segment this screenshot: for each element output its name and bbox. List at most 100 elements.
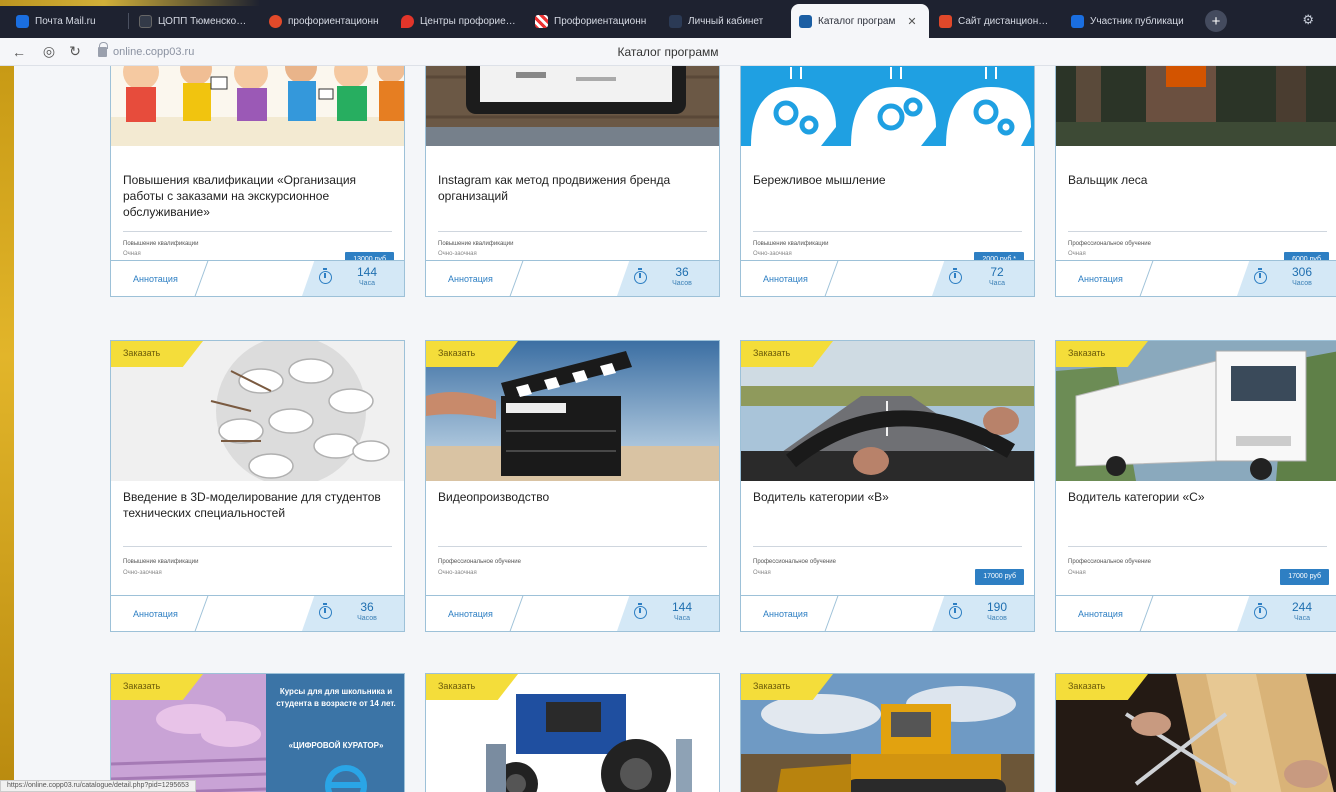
- program-title[interactable]: Водитель категории «С»: [1068, 489, 1327, 505]
- address-bar: ← ◎ ↻ online.copp03.ru Каталог программ: [0, 38, 1336, 66]
- puzzle-icon[interactable]: ⚙: [1302, 12, 1314, 28]
- hours-unit: Часов: [357, 615, 377, 622]
- program-form: Очно-заочная: [123, 570, 162, 576]
- hours-count: 72: [990, 265, 1004, 279]
- program-card[interactable]: Заказать Введение в 3D-моделирование для…: [110, 340, 405, 632]
- home-icon[interactable]: ◎: [36, 39, 62, 65]
- page-icon: [669, 14, 682, 28]
- site-icon: [939, 14, 952, 28]
- hours-box: 244 Часа: [1237, 596, 1336, 631]
- program-card[interactable]: Вальщик леса Профессиональное обучение О…: [1055, 66, 1336, 297]
- hours-unit: Часа: [989, 280, 1005, 287]
- program-title[interactable]: Instagram как метод продвижения бренда о…: [438, 172, 707, 204]
- hours-count: 190: [986, 600, 1008, 614]
- page-title: Каталог программ: [617, 44, 719, 59]
- divider: [438, 546, 707, 547]
- program-form: Очная: [1068, 251, 1086, 257]
- program-card[interactable]: Курсы для для школьника и студента в воз…: [110, 673, 405, 792]
- gears-heads-image: [741, 66, 1034, 146]
- program-card[interactable]: Бережливое мышление Повышение квалификац…: [740, 66, 1035, 297]
- program-title[interactable]: Видеопроизводство: [438, 489, 707, 505]
- program-card[interactable]: Заказать: [740, 673, 1035, 792]
- hours-count: 244: [1291, 600, 1313, 614]
- new-tab-button[interactable]: +: [1205, 10, 1227, 32]
- program-form: Очная: [123, 251, 141, 257]
- hours-box: 144 Часа: [617, 596, 719, 631]
- tab-copp[interactable]: ЦОПП Тюменской об: [131, 4, 259, 38]
- lock-icon: [98, 41, 108, 57]
- program-type: Повышение квалификации: [438, 241, 514, 247]
- hours-count: 144: [671, 600, 693, 614]
- program-image: Заказать: [1056, 674, 1336, 792]
- program-title[interactable]: Введение в 3D-моделирование для студенто…: [123, 489, 392, 521]
- hours-count: 306: [1291, 265, 1313, 279]
- program-card[interactable]: Заказать Водитель категории «В» Професси…: [740, 340, 1035, 632]
- hours-box: 36 Часов: [617, 261, 719, 296]
- hours-box: 36 Часов: [302, 596, 404, 631]
- program-title[interactable]: Бережливое мышление: [753, 172, 1022, 188]
- program-type: Повышение квалификации: [123, 241, 199, 247]
- program-card[interactable]: Повышения квалификации «Организация рабо…: [110, 66, 405, 297]
- program-card[interactable]: Instagram как метод продвижения бренда о…: [425, 66, 720, 297]
- program-title[interactable]: Вальщик леса: [1068, 172, 1327, 188]
- tab-mail[interactable]: Почта Mail.ru: [8, 4, 126, 38]
- program-card[interactable]: Заказать Водитель категории «С» Професси…: [1055, 340, 1336, 632]
- card-footer: Аннотация 36 Часов: [111, 595, 404, 631]
- tab-proforient-2[interactable]: Профориентационн: [527, 4, 659, 38]
- reload-icon[interactable]: ↻: [62, 39, 88, 65]
- status-url-tooltip: https://online.copp03.ru/catalogue/detai…: [0, 780, 196, 792]
- hours-unit: Часов: [672, 280, 692, 287]
- tablet-on-wood-image: [426, 66, 719, 146]
- program-type: Повышение квалификации: [753, 241, 829, 247]
- page-viewport: Повышения квалификации «Организация рабо…: [0, 66, 1336, 792]
- program-image: [741, 66, 1034, 146]
- tab-separator: [128, 13, 129, 29]
- program-card[interactable]: Заказать Видеопроизводство Профессиональ…: [425, 340, 720, 632]
- hours-box: 72 Часа: [932, 261, 1034, 296]
- forest-logger-image: [1056, 66, 1336, 146]
- stopwatch-icon: [319, 268, 332, 284]
- hours-unit: Часа: [674, 615, 690, 622]
- hours-box: 306 Часов: [1237, 261, 1336, 296]
- cartoon-kids-illustration: [111, 66, 404, 146]
- program-image: [111, 66, 404, 146]
- divider: [753, 546, 1022, 547]
- card-footer: Аннотация 306 Часов: [1056, 260, 1336, 296]
- divider: [123, 546, 392, 547]
- program-image: [426, 66, 719, 146]
- page-icon: [139, 14, 152, 28]
- tab-proforient-1[interactable]: профориентационн: [261, 4, 391, 38]
- card-footer: Аннотация 190 Часов: [741, 595, 1034, 631]
- tab-catalog[interactable]: Каталог програм ✕: [791, 4, 929, 38]
- tab-distance[interactable]: Сайт дистанционного: [931, 4, 1061, 38]
- divider: [1068, 546, 1327, 547]
- close-tab-icon[interactable]: ✕: [907, 15, 916, 28]
- stopwatch-icon: [1254, 268, 1267, 284]
- hours-box: 144 Часа: [302, 261, 404, 296]
- hours-count: 36: [360, 600, 374, 614]
- promo-title: «ЦИФРОВОЙ КУРАТОР»: [288, 741, 384, 750]
- card-footer: Аннотация 144 Часа: [111, 260, 404, 296]
- hours-count: 36: [675, 265, 689, 279]
- url-field[interactable]: online.copp03.ru: [98, 41, 194, 58]
- card-footer: Аннотация 244 Часа: [1056, 595, 1336, 631]
- price-badge: 17000 руб: [1280, 569, 1329, 585]
- program-card[interactable]: Заказать: [1055, 673, 1336, 792]
- tab-centers[interactable]: Центры профориента: [393, 4, 525, 38]
- yandex-icon: [269, 14, 282, 28]
- back-arrow-icon[interactable]: ←: [6, 39, 32, 65]
- program-title[interactable]: Повышения квалификации «Организация рабо…: [123, 172, 392, 220]
- program-card[interactable]: Заказать: [425, 673, 720, 792]
- program-type: Профессиональное обучение: [1068, 241, 1151, 247]
- program-form: Очная: [1068, 570, 1086, 576]
- program-image: Заказать: [111, 341, 404, 481]
- hours-unit: Часа: [359, 280, 375, 287]
- program-image: Курсы для для школьника и студента в воз…: [111, 674, 404, 792]
- program-type: Профессиональное обучение: [438, 559, 521, 565]
- divider: [438, 231, 707, 232]
- program-image: Заказать: [741, 674, 1034, 792]
- program-title[interactable]: Водитель категории «В»: [753, 489, 1022, 505]
- tab-publication[interactable]: Участник публикаци: [1063, 4, 1195, 38]
- hours-unit: Часов: [1292, 280, 1312, 287]
- tab-cabinet[interactable]: Личный кабинет: [661, 4, 789, 38]
